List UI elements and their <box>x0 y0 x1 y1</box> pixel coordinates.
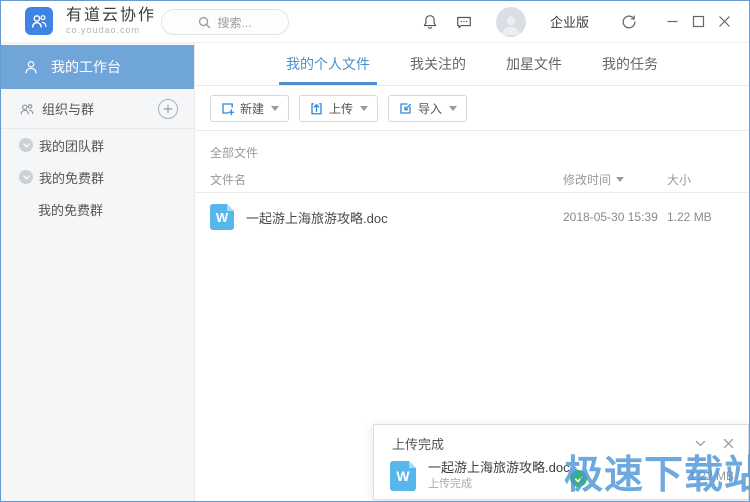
person-icon <box>25 61 37 74</box>
minimize-button[interactable] <box>659 11 685 33</box>
close-button[interactable] <box>711 11 737 33</box>
sidebar-item-free-groups[interactable]: 我的免费群 <box>1 161 194 193</box>
dropdown-caret-icon <box>449 105 458 111</box>
group-icon <box>20 103 34 114</box>
import-button[interactable]: 导入 <box>388 94 468 122</box>
collapse-chevron-icon <box>19 170 33 184</box>
top-bar: 有道云协作 co.youdao.com 搜索... 企业版 <box>1 1 749 43</box>
tab-starred-files[interactable]: 加星文件 <box>504 43 564 85</box>
app-logo: 有道云协作 co.youdao.com <box>25 7 156 36</box>
import-icon <box>400 102 412 114</box>
upload-icon <box>311 102 322 114</box>
new-file-icon <box>222 102 235 115</box>
search-icon <box>199 16 212 29</box>
topbar-right: 企业版 <box>420 6 749 37</box>
popup-file-size-wrap: 1.22 MB <box>689 469 738 483</box>
popup-file-status: 上传完成 <box>428 478 472 491</box>
new-button[interactable]: 新建 <box>210 94 290 122</box>
notifications-bell-icon[interactable] <box>420 12 440 32</box>
tab-my-follows[interactable]: 我关注的 <box>408 43 468 85</box>
refresh-icon[interactable] <box>619 12 639 32</box>
people-icon <box>32 15 47 29</box>
tab-my-personal-files[interactable]: 我的个人文件 <box>284 43 372 85</box>
sidebar-item-label: 我的工作台 <box>51 59 121 75</box>
column-header-modified-label: 修改时间 <box>563 173 612 187</box>
file-size-cell: 1.22 MB <box>667 210 712 224</box>
upload-button[interactable]: 上传 <box>299 94 379 122</box>
tab-my-tasks[interactable]: 我的任务 <box>600 43 660 85</box>
success-check-icon <box>570 470 587 487</box>
new-button-label: 新建 <box>240 101 265 116</box>
column-header-name[interactable]: 文件名 <box>210 171 563 188</box>
plus-icon <box>163 104 173 113</box>
dropdown-caret-icon <box>360 105 369 111</box>
search-placeholder: 搜索... <box>217 15 252 30</box>
popup-file-row[interactable]: W 一起游上海旅游攻略.doc 上传完成 1.22 MB <box>390 460 738 492</box>
dropdown-caret-icon <box>271 105 280 111</box>
messages-icon[interactable] <box>454 12 474 32</box>
tab-bar: 我的个人文件 我关注的 加星文件 我的任务 <box>195 43 749 86</box>
sidebar-item-label: 我的免费群 <box>39 170 105 186</box>
file-name-cell: W 一起游上海旅游攻略.doc <box>210 204 563 230</box>
app-window: 有道云协作 co.youdao.com 搜索... 企业版 我的工作台 组织与群… <box>0 0 750 502</box>
collapse-popup-icon[interactable] <box>692 436 708 452</box>
word-doc-icon: W <box>390 461 416 491</box>
file-row[interactable]: W 一起游上海旅游攻略.doc 2018-05-30 15:39 1.22 MB <box>195 193 749 241</box>
column-header-size[interactable]: 大小 <box>667 171 734 188</box>
popup-header: 上传完成 <box>374 425 748 453</box>
user-avatar[interactable] <box>495 6 526 37</box>
app-title: 有道云协作 <box>66 7 157 25</box>
popup-title: 上传完成 <box>392 437 445 452</box>
close-popup-icon[interactable] <box>720 436 736 452</box>
edition-badge[interactable]: 企业版 <box>550 12 589 31</box>
file-modified-cell: 2018-05-30 15:39 <box>563 210 658 224</box>
popup-file-size: 1.22 MB <box>689 469 734 483</box>
popup-file-name: 一起游上海旅游攻略.doc <box>428 460 570 475</box>
sidebar-item-label: 我的团队群 <box>39 138 105 154</box>
sidebar-item-organizations[interactable]: 组织与群 <box>1 89 194 129</box>
column-header-modified[interactable]: 修改时间 <box>563 171 667 188</box>
search-input[interactable]: 搜索... <box>161 9 289 35</box>
sidebar: 我的工作台 组织与群 我的团队群 我的免费群 我的免费群 <box>1 43 195 501</box>
sidebar-item-label: 组织与群 <box>42 102 95 117</box>
add-group-button[interactable] <box>158 98 178 119</box>
sidebar-item-team-groups[interactable]: 我的团队群 <box>1 129 194 161</box>
sidebar-item-label: 我的免费群 <box>38 202 104 218</box>
app-subtitle: co.youdao.com <box>66 24 141 35</box>
sort-caret-icon <box>616 177 625 182</box>
maximize-button[interactable] <box>685 11 711 33</box>
file-list-header: 文件名 修改时间 大小 <box>195 167 749 193</box>
popup-controls <box>692 436 736 452</box>
import-button-label: 导入 <box>418 101 443 116</box>
word-doc-icon: W <box>210 204 234 230</box>
upload-complete-popup: 上传完成 W 一起游上海旅游攻略.doc 上传完成 1.22 MB <box>373 424 749 500</box>
toolbar: 新建 上传 导入 <box>195 86 749 131</box>
collapse-chevron-icon <box>19 138 33 152</box>
app-logo-icon <box>25 7 53 36</box>
sidebar-item-free-group-child[interactable]: 我的免费群 <box>1 193 194 225</box>
popup-file-meta: 一起游上海旅游攻略.doc 上传完成 <box>428 460 570 492</box>
app-title-block: 有道云协作 co.youdao.com <box>66 7 156 35</box>
file-name: 一起游上海旅游攻略.doc <box>246 210 388 226</box>
sidebar-item-workspace[interactable]: 我的工作台 <box>1 45 194 89</box>
upload-button-label: 上传 <box>329 101 354 116</box>
breadcrumb[interactable]: 全部文件 <box>195 131 749 167</box>
